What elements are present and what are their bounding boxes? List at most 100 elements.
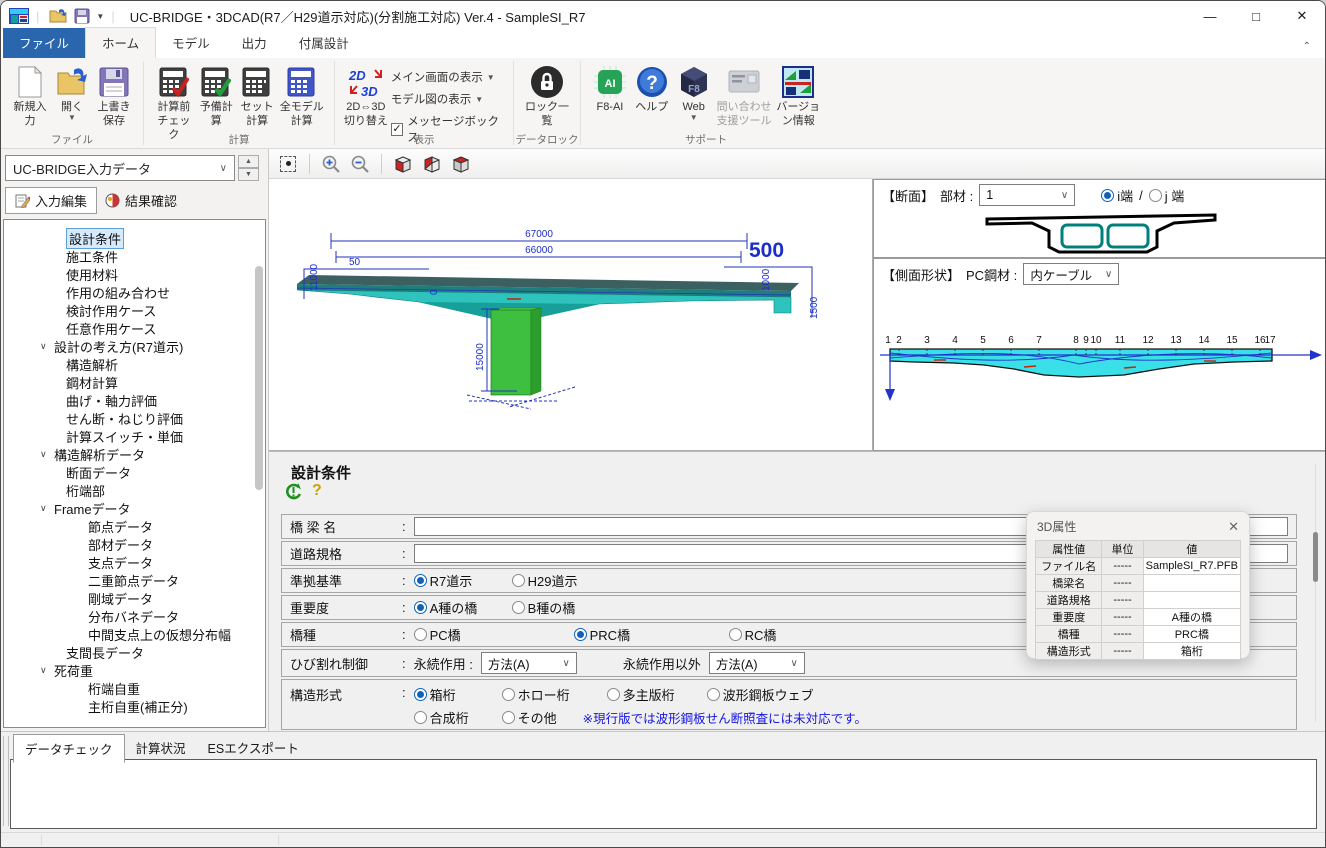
permanent-method-select[interactable]: 方法(A)∨: [481, 652, 577, 674]
model-view-dropdown[interactable]: モデル図の表示▼: [391, 91, 505, 107]
tab-model[interactable]: モデル: [156, 28, 226, 58]
new-input-button[interactable]: 新規入力: [9, 61, 51, 129]
close-icon[interactable]: ✕: [1228, 519, 1239, 535]
tree-item[interactable]: 使用材料: [4, 265, 265, 283]
fit-view-icon[interactable]: [277, 153, 299, 175]
tree-item[interactable]: 曲げ・軸力評価: [4, 391, 265, 409]
quick-open-button[interactable]: [46, 4, 70, 28]
tree-item[interactable]: 施工条件: [4, 247, 265, 265]
maximize-button[interactable]: □: [1233, 1, 1279, 31]
tab-home[interactable]: ホーム: [85, 27, 156, 58]
expander-icon[interactable]: ∨: [40, 665, 54, 676]
tree-item[interactable]: 部材データ: [4, 535, 265, 553]
tree-item[interactable]: 作用の組み合わせ: [4, 283, 265, 301]
spinner-down-icon[interactable]: ▼: [238, 168, 259, 181]
j-end-radio[interactable]: j 端: [1149, 186, 1185, 205]
i-end-radio[interactable]: i端: [1101, 186, 1133, 205]
tree-item[interactable]: せん断・ねじり評価: [4, 409, 265, 427]
tree-item[interactable]: 計算スイッチ・単価: [4, 427, 265, 445]
tree-item-expandable[interactable]: ∨構造解析データ: [4, 445, 265, 463]
f8ai-button[interactable]: AI F8-AI: [589, 61, 631, 115]
non-permanent-method-select[interactable]: 方法(A)∨: [709, 652, 805, 674]
tab-data-check[interactable]: データチェック: [13, 734, 125, 763]
spinner-up-icon[interactable]: ▲: [238, 155, 259, 168]
tree-item[interactable]: 剛域データ: [4, 589, 265, 607]
help-button[interactable]: ? ヘルプ: [631, 61, 673, 115]
tab-input-edit[interactable]: 入力編集: [5, 187, 97, 214]
expander-icon[interactable]: ∨: [40, 341, 54, 352]
radio-corrugated-web[interactable]: 波形鋼板ウェブ: [707, 685, 814, 704]
tree-item[interactable]: 鋼材計算: [4, 373, 265, 391]
tree-item[interactable]: 支点データ: [4, 553, 265, 571]
dock-grip[interactable]: [3, 736, 9, 826]
radio-prc[interactable]: PRC橋: [574, 625, 729, 644]
radio-rc[interactable]: RC橋: [729, 625, 777, 644]
form-scrollbar-track[interactable]: [1315, 464, 1316, 722]
combo-spinner[interactable]: ▲▼: [238, 155, 259, 181]
collapse-ribbon-icon[interactable]: ⌃: [1303, 41, 1311, 52]
radio-class-a[interactable]: A種の橋: [414, 598, 512, 617]
confirm-refresh-icon[interactable]: [285, 483, 302, 500]
tree-item[interactable]: 検討作用ケース: [4, 301, 265, 319]
radio-multi-slab[interactable]: 多主版桁: [607, 685, 707, 704]
open-button[interactable]: 開く ▼: [51, 61, 93, 121]
radio-hollow-girder[interactable]: ホロー桁: [502, 685, 607, 704]
pc-steel-select[interactable]: 内ケーブル∨: [1023, 263, 1119, 285]
radio-pc[interactable]: PC橋: [414, 625, 574, 644]
tree-item[interactable]: 桁端自重: [4, 679, 265, 697]
main-view-dropdown[interactable]: メイン画面の表示▼: [391, 69, 505, 85]
data-mode-combobox[interactable]: UC-BRIDGE入力データ∨: [5, 155, 235, 181]
view-iso-cube-icon[interactable]: [421, 153, 443, 175]
view-top-cube-icon[interactable]: [450, 153, 472, 175]
radio-box-girder[interactable]: 箱桁: [414, 685, 502, 704]
tree-scrollbar[interactable]: [255, 266, 263, 490]
tree-item[interactable]: 桁端部: [4, 481, 265, 499]
radio-class-b[interactable]: B種の橋: [512, 598, 576, 617]
tree-item[interactable]: 断面データ: [4, 463, 265, 481]
set-calc-button[interactable]: セット計算: [237, 61, 278, 129]
tab-calc-status[interactable]: 計算状況: [125, 734, 197, 763]
tree-item[interactable]: 構造解析: [4, 355, 265, 373]
radio-composite-girder[interactable]: 合成桁: [414, 708, 502, 727]
tab-es-export[interactable]: ESエクスポート: [197, 734, 310, 763]
all-model-calc-button[interactable]: 全モデル計算: [278, 61, 326, 129]
form-scrollbar-thumb[interactable]: [1313, 532, 1318, 582]
inquiry-tool-button[interactable]: 問い合わせ支援ツール: [715, 61, 774, 129]
tree-item-expandable[interactable]: ∨Frameデータ: [4, 499, 265, 517]
tree-item[interactable]: 主桁自重(補正分): [4, 697, 265, 715]
help-icon[interactable]: ?: [312, 482, 322, 500]
expander-icon[interactable]: ∨: [40, 503, 54, 514]
preliminary-calc-button[interactable]: 予備計算: [196, 61, 237, 129]
zoom-out-icon[interactable]: [349, 153, 371, 175]
radio-other[interactable]: その他: [502, 708, 557, 727]
quick-save-button[interactable]: [70, 4, 94, 28]
tree-item[interactable]: 中間支点上の仮想分布幅: [4, 625, 265, 643]
tree-item-expandable[interactable]: ∨死荷重: [4, 661, 265, 679]
expander-icon[interactable]: ∨: [40, 449, 54, 460]
precheck-button[interactable]: 計算前チェック: [152, 61, 196, 142]
lock-list-button[interactable]: ロック一覧: [522, 61, 572, 129]
tree-item[interactable]: 節点データ: [4, 517, 265, 535]
member-select[interactable]: 1∨: [979, 184, 1075, 206]
version-info-button[interactable]: バージョン情報: [774, 61, 823, 129]
quick-access-caret[interactable]: ▼: [96, 12, 104, 21]
zoom-in-icon[interactable]: [320, 153, 342, 175]
tab-file[interactable]: ファイル: [3, 28, 85, 58]
tree-item-selected[interactable]: 設計条件: [4, 229, 265, 247]
view-front-cube-icon[interactable]: [392, 153, 414, 175]
tree-item[interactable]: 分布バネデータ: [4, 607, 265, 625]
main-3d-viewport[interactable]: 67000 66000 11000 50 0 500 1000 1500 150…: [269, 179, 873, 451]
tree-item-expandable[interactable]: ∨設計の考え方(R7道示): [4, 337, 265, 355]
radio-r7[interactable]: R7道示: [414, 571, 512, 590]
minimize-button[interactable]: —: [1187, 1, 1233, 31]
2d3d-toggle-button[interactable]: 2D3D 2D⇔3D切り替え: [343, 61, 389, 129]
tab-accessory-design[interactable]: 付属設計: [283, 28, 365, 58]
radio-h29[interactable]: H29道示: [512, 571, 578, 590]
tree-item[interactable]: 支間長データ: [4, 643, 265, 661]
save-button[interactable]: 上書き保存: [93, 61, 135, 129]
tab-result-check[interactable]: 結果確認: [96, 187, 186, 214]
tab-output[interactable]: 出力: [226, 28, 283, 58]
close-button[interactable]: ✕: [1279, 1, 1325, 31]
tree-item[interactable]: 二重節点データ: [4, 571, 265, 589]
web-button[interactable]: F8 Web ▼: [673, 61, 715, 121]
